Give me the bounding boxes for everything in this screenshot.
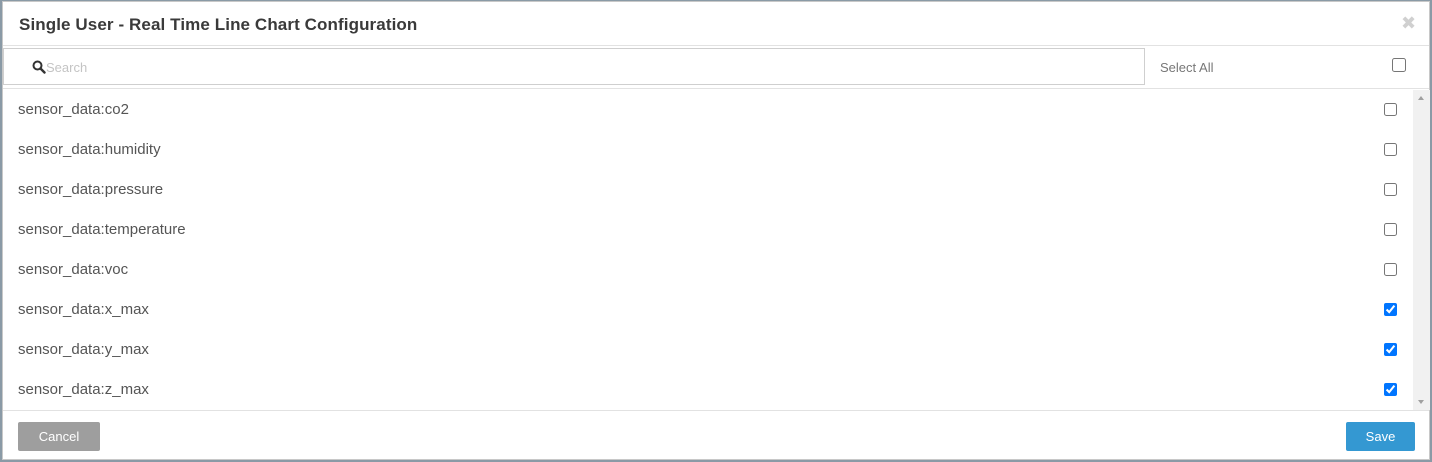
list-item-checkbox[interactable] bbox=[1384, 183, 1397, 196]
list-item-checkbox[interactable] bbox=[1384, 343, 1397, 356]
scroll-down-arrow-icon[interactable] bbox=[1413, 393, 1430, 410]
search-box[interactable] bbox=[3, 48, 1145, 85]
dialog-title: Single User - Real Time Line Chart Confi… bbox=[19, 15, 418, 34]
close-icon[interactable]: ✖ bbox=[1401, 14, 1416, 32]
search-input[interactable] bbox=[46, 55, 1126, 79]
scrollbar[interactable] bbox=[1413, 90, 1430, 410]
list-item-label: sensor_data:pressure bbox=[18, 181, 164, 198]
configuration-dialog: Single User - Real Time Line Chart Confi… bbox=[2, 1, 1430, 460]
cancel-button[interactable]: Cancel bbox=[18, 422, 100, 451]
save-button[interactable]: Save bbox=[1346, 422, 1415, 451]
list-item-checkbox[interactable] bbox=[1384, 263, 1397, 276]
list-item-label: sensor_data:temperature bbox=[18, 221, 186, 238]
list-item[interactable]: sensor_data:x_max bbox=[3, 290, 1413, 330]
list-item-checkbox[interactable] bbox=[1384, 143, 1397, 156]
list-item[interactable]: sensor_data:humidity bbox=[3, 130, 1413, 170]
sensor-list: sensor_data:co2 sensor_data:humiditysenso… bbox=[3, 90, 1413, 410]
toolbar: Select All bbox=[3, 47, 1429, 89]
dialog-footer: Cancel Save bbox=[3, 410, 1429, 460]
list-item[interactable]: sensor_data:co2 bbox=[3, 90, 1413, 130]
list-item[interactable]: sensor_data:temperature bbox=[3, 210, 1413, 250]
list-item[interactable]: sensor_data:z_max bbox=[3, 370, 1413, 410]
list-item[interactable]: sensor_data:y_max bbox=[3, 330, 1413, 370]
select-all-checkbox[interactable] bbox=[1392, 58, 1406, 72]
list-item-label: sensor_data:co2 bbox=[18, 101, 129, 118]
list-item-label: sensor_data:voc bbox=[18, 261, 129, 278]
select-all-label: Select All bbox=[1160, 60, 1214, 75]
list-item-label: sensor_data:x_max bbox=[18, 301, 149, 318]
list-item[interactable]: sensor_data:voc bbox=[3, 250, 1413, 290]
list-item-label: sensor_data:y_max bbox=[18, 341, 149, 358]
list-item-label: sensor_data:humidity bbox=[18, 141, 161, 158]
list-item-checkbox[interactable] bbox=[1384, 103, 1397, 116]
list-item-checkbox[interactable] bbox=[1384, 383, 1397, 396]
list-item-label: sensor_data:z_max bbox=[18, 381, 149, 398]
search-icon bbox=[32, 60, 46, 74]
dialog-header: Single User - Real Time Line Chart Confi… bbox=[3, 2, 1429, 46]
list-item-checkbox[interactable] bbox=[1384, 303, 1397, 316]
list-item-checkbox[interactable] bbox=[1384, 223, 1397, 236]
scroll-up-arrow-icon[interactable] bbox=[1413, 90, 1430, 107]
list-item[interactable]: sensor_data:pressure bbox=[3, 170, 1413, 210]
